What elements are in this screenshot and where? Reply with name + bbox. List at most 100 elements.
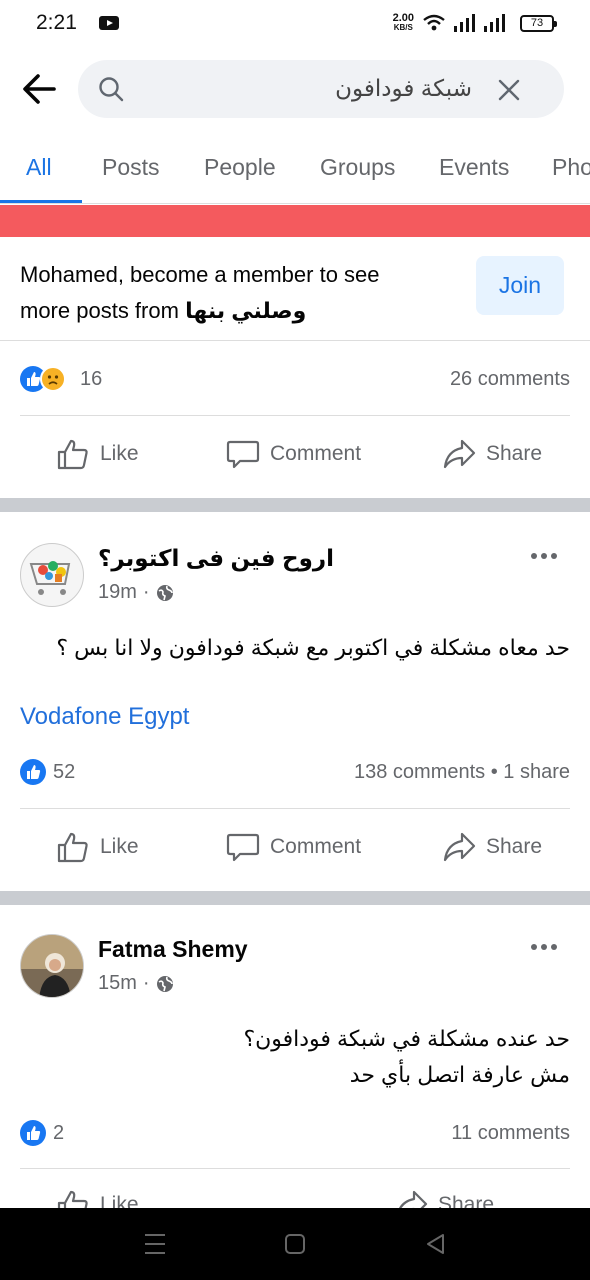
banner-strip <box>0 205 590 237</box>
sad-icon <box>40 366 66 392</box>
share-icon <box>443 832 476 862</box>
post-action-bar: Like Share <box>20 1168 570 1208</box>
share-count: 1 share <box>503 761 570 783</box>
share-button[interactable]: Share <box>442 827 542 867</box>
tab-photos[interactable]: Pho <box>552 154 590 181</box>
like-button[interactable]: Like <box>56 434 139 474</box>
search-filter-tabs: All Posts People Groups Events Pho <box>0 138 590 204</box>
close-icon[interactable] <box>498 79 520 101</box>
like-outline-icon <box>57 439 88 470</box>
system-navigation-bar <box>0 1208 590 1280</box>
tab-events[interactable]: Events <box>439 154 509 181</box>
network-speed: 2.00 KB/S <box>393 13 414 33</box>
meta-separator: • <box>490 761 504 783</box>
signal-2-icon <box>484 14 505 32</box>
more-options-icon[interactable] <box>530 942 558 952</box>
post-time: 19m <box>98 581 137 603</box>
feed-divider <box>0 891 590 905</box>
network-speed-unit: KB/S <box>393 23 413 32</box>
post-body-line2: مش عارفة اتصل بأي حد <box>349 1062 570 1087</box>
like-icon <box>20 1120 46 1146</box>
status-time: 2:21 <box>36 11 77 34</box>
join-group-card: Mohamed, become a member to see more pos… <box>0 237 590 341</box>
meta-separator: · <box>142 972 150 994</box>
meta-separator: · <box>142 581 150 603</box>
comment-icon <box>226 833 260 862</box>
wifi-icon <box>423 14 445 31</box>
join-button[interactable]: Join <box>476 256 564 315</box>
group-name: وصلني بنها <box>185 298 307 323</box>
post-group-title[interactable]: اروح فين فى اكتوبر؟ <box>98 545 334 572</box>
home-icon[interactable] <box>284 1232 306 1256</box>
globe-icon <box>156 975 173 992</box>
search-query: شبكة فودافون <box>335 75 472 101</box>
like-label: Like <box>100 1193 139 1208</box>
reaction-summary[interactable]: 16 26 comments <box>20 364 570 394</box>
tab-people[interactable]: People <box>204 154 276 181</box>
reaction-count: 2 <box>53 1122 65 1144</box>
search-input[interactable]: شبكة فودافون <box>78 60 564 118</box>
feed-divider <box>0 498 590 512</box>
like-outline-icon <box>57 832 88 863</box>
share-label: Share <box>438 1193 495 1208</box>
comment-count: 138 comments <box>353 761 486 783</box>
comment-button[interactable]: Comment <box>226 434 361 474</box>
post-meta: 19m · <box>98 581 174 604</box>
reaction-count: 16 <box>80 368 103 390</box>
like-button[interactable]: Like <box>56 1185 139 1208</box>
post-meta: 15m · <box>98 972 174 995</box>
reaction-count: 52 <box>53 761 76 783</box>
join-prompt-line2: more posts from <box>20 298 179 323</box>
join-prompt-text: Mohamed, become a member to see more pos… <box>20 257 440 329</box>
like-icon <box>20 759 46 785</box>
post-author-name[interactable]: Fatma Shemy <box>98 936 248 963</box>
post-body-text: حد معاه مشكلة في اكتوبر مع شبكة فودافون … <box>56 635 570 660</box>
reaction-summary[interactable]: 52 138 comments • 1 share <box>20 757 570 787</box>
post-action-bar: Like Comment Share <box>20 415 570 491</box>
user-avatar[interactable] <box>20 934 84 998</box>
post-body-line1: حد عنده مشكلة في شبكة فودافون؟ <box>243 1026 570 1051</box>
recent-apps-icon[interactable] <box>144 1232 166 1256</box>
post-body-text: حد عنده مشكلة في شبكة فودافون؟ مش عارفة … <box>20 1021 570 1093</box>
comment-icon <box>226 440 260 469</box>
search-icon <box>99 77 124 102</box>
tab-posts[interactable]: Posts <box>102 154 160 181</box>
post-header: اروح فين فى اكتوبر؟ 19m · <box>20 543 570 613</box>
comment-label: Comment <box>270 835 362 858</box>
post-action-bar: Like Comment Share <box>20 808 570 884</box>
globe-icon <box>156 584 173 601</box>
share-icon <box>443 439 476 469</box>
vodafone-egypt-link[interactable]: Vodafone Egypt <box>20 703 189 731</box>
status-bar: 2:21 2.00 KB/S 73 <box>0 0 590 46</box>
like-outline-icon <box>57 1190 88 1208</box>
comment-button[interactable]: Comment <box>226 827 361 867</box>
share-button[interactable]: Share <box>442 434 542 474</box>
reaction-summary[interactable]: 2 11 comments <box>20 1118 570 1148</box>
more-options-icon[interactable] <box>530 551 558 561</box>
signal-1-icon <box>454 14 475 32</box>
post-header: Fatma Shemy 15m · <box>20 934 570 1004</box>
active-tab-indicator <box>0 200 82 203</box>
back-nav-icon[interactable] <box>424 1232 446 1256</box>
engagement-counts[interactable]: 138 comments • 1 share <box>354 761 570 784</box>
back-arrow-icon[interactable] <box>18 68 60 110</box>
share-label: Share <box>486 835 543 858</box>
youtube-notification-icon <box>98 16 119 30</box>
tab-all[interactable]: All <box>26 154 52 181</box>
share-button[interactable]: Share <box>394 1185 494 1208</box>
join-prompt-line1: Mohamed, become a member to see <box>20 262 380 287</box>
search-header: شبكة فودافون <box>0 58 590 120</box>
battery-icon: 73 <box>520 14 557 32</box>
comment-count[interactable]: 11 comments <box>451 1122 570 1145</box>
share-icon <box>399 1190 428 1208</box>
comment-label: Comment <box>270 442 362 465</box>
status-indicators: 2.00 KB/S 73 <box>393 13 557 33</box>
group-avatar[interactable] <box>20 543 84 607</box>
post-time: 15m <box>98 972 137 994</box>
like-label: Like <box>100 442 139 465</box>
like-label: Like <box>100 835 139 858</box>
like-button[interactable]: Like <box>56 827 139 867</box>
comment-count[interactable]: 26 comments <box>450 368 570 391</box>
share-label: Share <box>486 442 543 465</box>
tab-groups[interactable]: Groups <box>320 154 395 181</box>
